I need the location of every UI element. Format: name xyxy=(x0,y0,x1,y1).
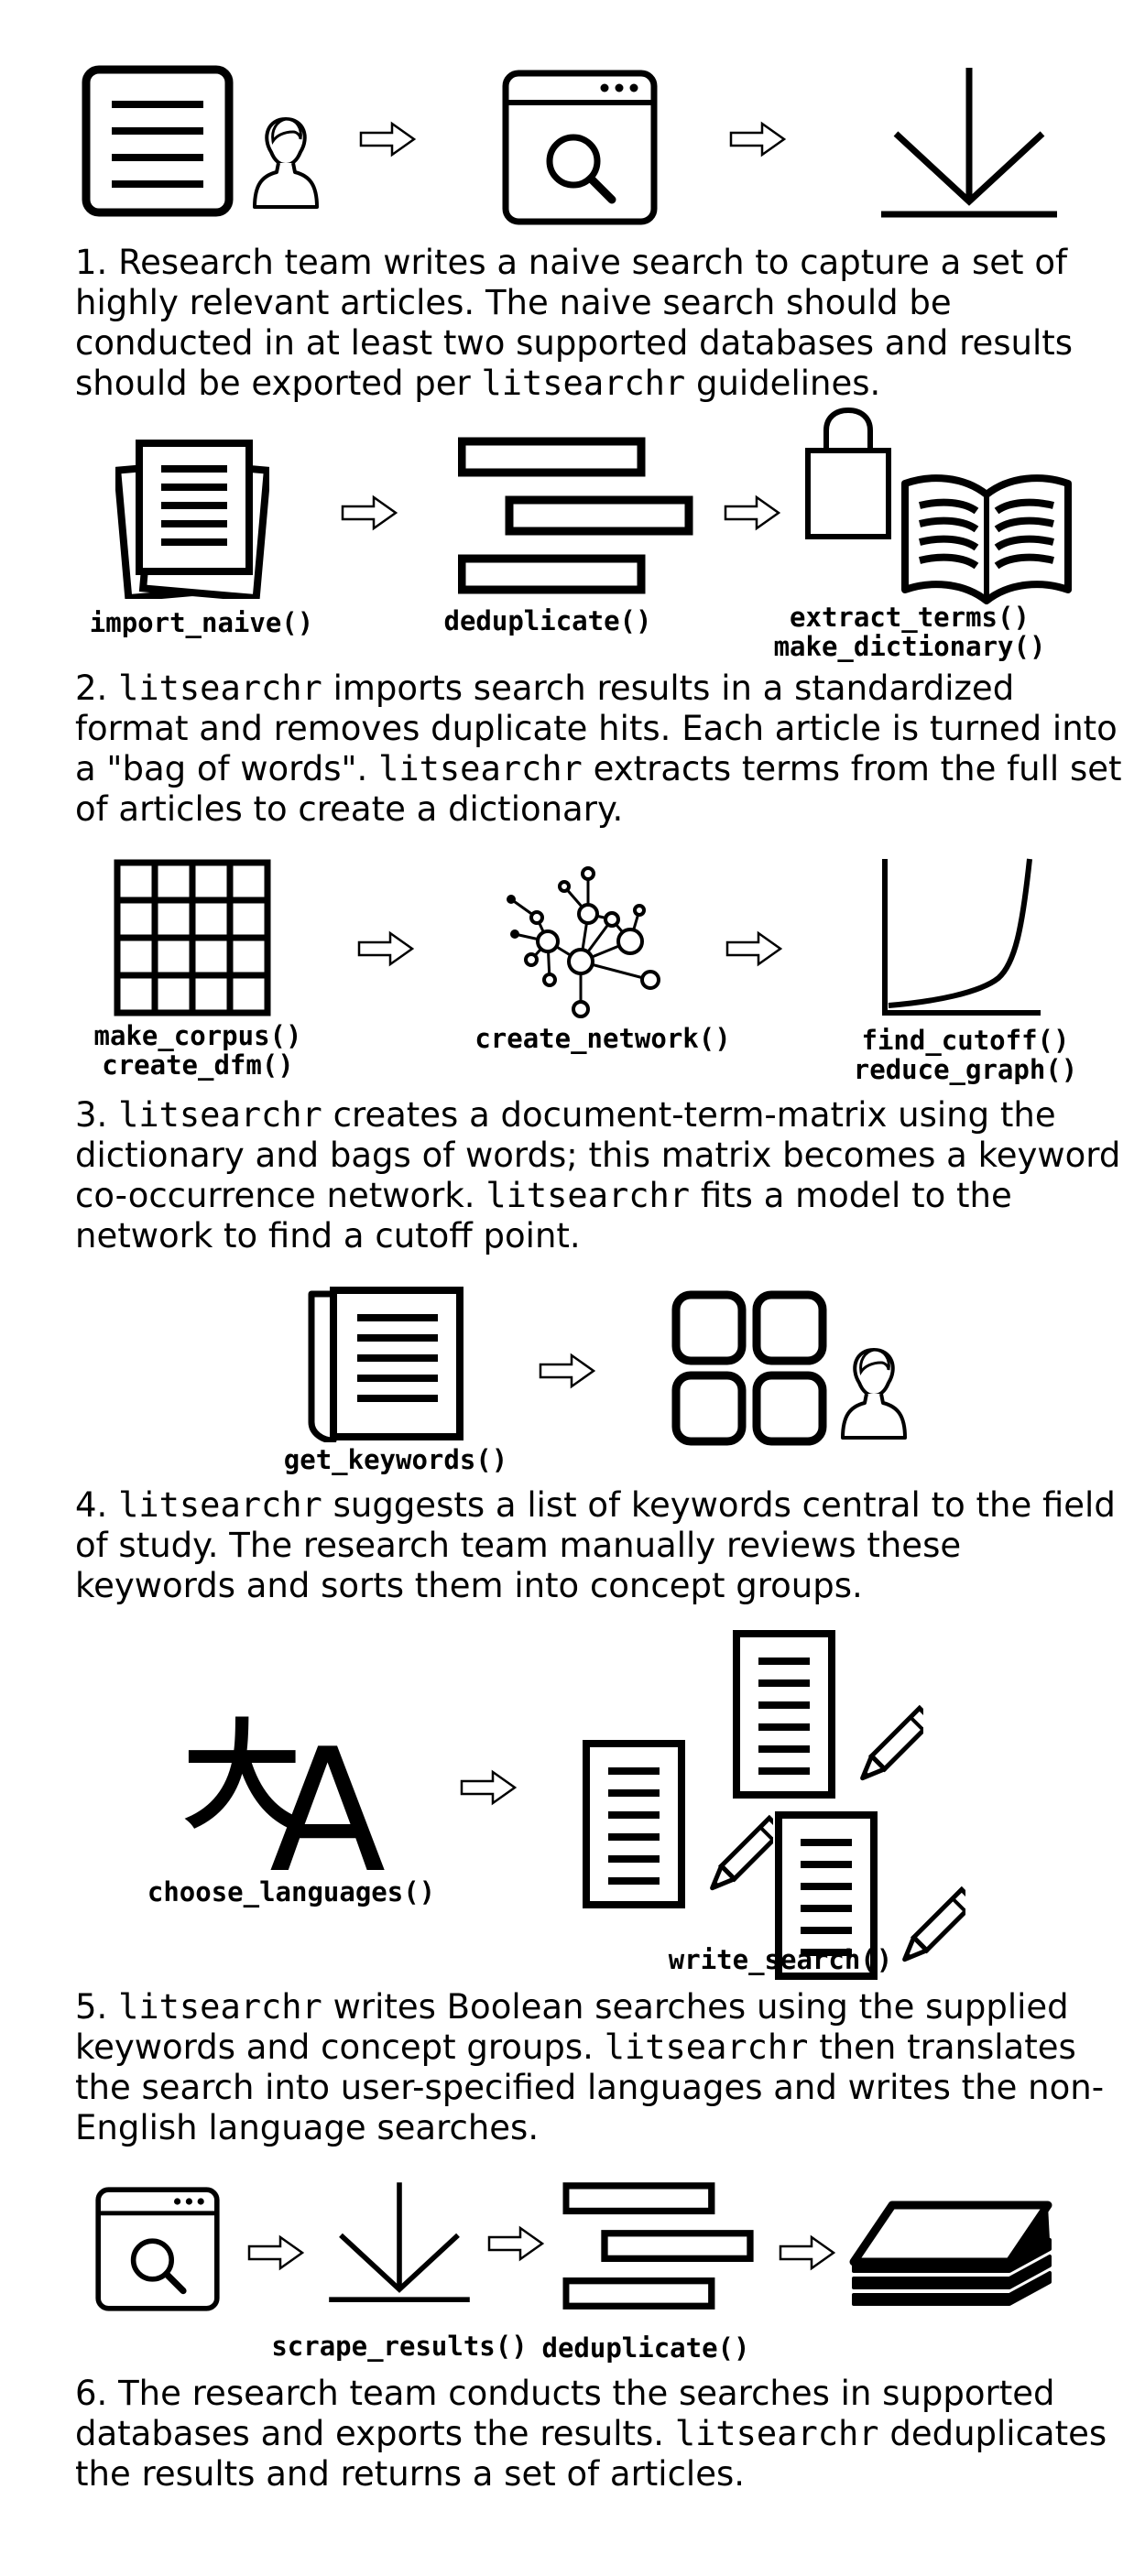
browser-search-icon xyxy=(95,2187,220,2311)
step-text: litsearchr writes Boolean searches using… xyxy=(75,1987,1104,2147)
download-icon xyxy=(326,2179,473,2304)
arrow-icon xyxy=(725,930,782,967)
step-text: litsearchr suggests a list of keywords c… xyxy=(75,1485,1116,1605)
step-number: 4. xyxy=(75,1485,108,1525)
browser-search-icon xyxy=(502,70,658,225)
bars-icon xyxy=(562,2181,757,2315)
function-label: create_dfm() xyxy=(102,1049,294,1081)
arrow-icon xyxy=(341,495,398,531)
function-label: create_network() xyxy=(474,1023,731,1054)
book-icon xyxy=(901,474,1072,604)
function-label: extract_terms() xyxy=(790,602,1030,633)
arrow-icon xyxy=(460,1769,517,1806)
arrow-icon xyxy=(729,121,786,158)
step-description: 6. The research team conducts the search… xyxy=(75,2374,1129,2494)
person-icon xyxy=(837,1342,911,1443)
step-description: 2. litsearchr imports search results in … xyxy=(75,668,1129,830)
text-run xyxy=(107,1485,118,1525)
document-icon xyxy=(82,65,234,217)
step-text: litsearchr imports search results in a s… xyxy=(75,668,1122,829)
function-label: reduce_graph() xyxy=(853,1054,1078,1085)
paper-stack-icon xyxy=(849,2201,1052,2306)
step-number: 2. xyxy=(75,668,108,708)
arrow-icon xyxy=(247,2234,304,2271)
function-label: scrape_results() xyxy=(271,2331,528,2362)
function-label: write_search() xyxy=(668,1944,893,1975)
network-icon xyxy=(507,866,660,1018)
code-term: litsearchr xyxy=(485,1176,691,1215)
function-label: deduplicate() xyxy=(443,605,652,636)
code-term: litsearchr xyxy=(118,1095,322,1135)
text-run: guidelines. xyxy=(685,364,881,403)
translate-icon: 大 A xyxy=(183,1709,386,1875)
code-term: litsearchr xyxy=(378,749,583,788)
step-description: 5. litsearchr writes Boolean searches us… xyxy=(75,1987,1129,2148)
step-text: Research team writes a naive search to c… xyxy=(75,243,1073,403)
step-description: 4. litsearchr suggests a list of keyword… xyxy=(75,1485,1129,1606)
arrow-icon xyxy=(359,121,416,158)
person-icon xyxy=(249,112,322,212)
arrow-icon xyxy=(487,2225,544,2262)
text-run xyxy=(107,1095,118,1135)
function-label: get_keywords() xyxy=(283,1444,508,1475)
function-label: make_dictionary() xyxy=(773,631,1046,662)
function-label: choose_languages() xyxy=(147,1876,436,1908)
function-label: deduplicate() xyxy=(541,2332,750,2364)
step-text: litsearchr creates a document-term-matri… xyxy=(75,1095,1120,1255)
step-description: 1. Research team writes a naive search t… xyxy=(75,243,1129,404)
text-run xyxy=(107,668,118,708)
arrow-icon xyxy=(724,495,780,531)
step-description: 3. litsearchr creates a document-term-ma… xyxy=(75,1095,1129,1256)
function-label: find_cutoff() xyxy=(861,1025,1070,1056)
step-number: 6. xyxy=(75,2374,108,2413)
bag-icon xyxy=(805,407,891,539)
four-squares-icon xyxy=(671,1290,827,1446)
step-text: The research team conducts the searches … xyxy=(75,2374,1107,2494)
function-label: make_corpus() xyxy=(93,1020,302,1051)
code-term: litsearchr xyxy=(118,1485,322,1525)
document-scroll-icon xyxy=(308,1287,463,1442)
arrow-icon xyxy=(779,2234,835,2271)
step-number: 1. xyxy=(75,243,108,282)
curve-chart-icon xyxy=(882,858,1041,1016)
function-label: import_naive() xyxy=(89,607,314,638)
grid-icon xyxy=(114,859,271,1016)
step-number: 5. xyxy=(75,1987,108,2027)
document-pencil-icon xyxy=(581,1738,773,1912)
code-term: litsearchr xyxy=(604,2027,809,2067)
code-term: litsearchr xyxy=(118,1987,322,2027)
text-run xyxy=(107,1987,118,2027)
step-number: 3. xyxy=(75,1095,108,1135)
documents-stack-icon xyxy=(115,440,269,599)
arrow-icon xyxy=(539,1353,595,1389)
code-term: litsearchr xyxy=(118,668,322,708)
translate-glyph-en: A xyxy=(269,1712,386,1875)
download-icon xyxy=(878,64,1061,220)
arrow-icon xyxy=(357,930,414,967)
bars-icon xyxy=(458,436,696,601)
code-term: litsearchr xyxy=(481,364,686,403)
code-term: litsearchr xyxy=(674,2414,879,2453)
